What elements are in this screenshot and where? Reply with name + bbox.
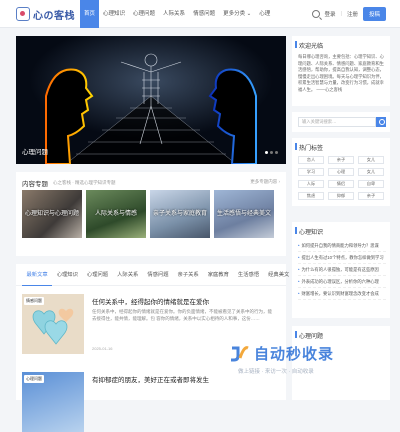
tab-latest[interactable]: 最新文章 [22,264,53,286]
tag[interactable]: 亲子 [328,156,354,164]
tag[interactable]: 女儿 [358,168,384,176]
welcome-text: 每日哪心理咨询，主要包括：心理学知识、心理问题、人际关系、情感问题、家庭教育和生… [298,54,384,92]
tab-life[interactable]: 生活感悟 [233,264,263,286]
logo-text: 心の客栈 [33,10,75,22]
article-title[interactable]: 任何关系中，经得起你的情绪就是在爱你 [92,296,209,306]
main-nav: 首页 心理知识 心理问题 人际关系 情感问题 更多分类 ⌄ 心理 [80,0,274,28]
tab-emotions[interactable]: 情感问题 [143,264,173,286]
tag[interactable]: 恋人 [298,156,324,164]
watermark: 自动秒收录 [228,342,334,364]
tag[interactable]: 情侣 [328,180,354,188]
topic-card[interactable]: 人际关系与情感 [86,190,146,238]
tag[interactable]: 自卑 [358,180,384,188]
topic-label: 生活感悟与经典美文 [216,211,271,217]
topic-label: 亲子关系与家庭教育 [152,211,207,217]
knowledge-item[interactable]: 财富增长，要认识到财富理念改变才会成 [298,288,386,300]
tag[interactable]: 人际 [298,180,324,188]
nav-more[interactable]: 更多分类 ⌄ [219,0,255,28]
article-list: 最新文章 心理知识 心理问题 人际关系 情感问题 亲子关系 家庭教育 生活感悟 … [16,264,289,432]
slider-dots [265,151,278,154]
watermark-subtext: 做上链接 · 来访一次 · 自动收录 [238,369,314,375]
tags-title: 热门标签 [299,146,324,152]
nav-relations[interactable]: 人际关系 [159,0,189,28]
topics-title: 内容专题 [22,181,48,188]
topic-label: 心理知识与心理问题 [24,211,79,217]
login-link[interactable]: 登录 [325,10,336,18]
article-badge: 情感问题 [24,297,44,305]
watermark-text: 自动秒收录 [254,345,335,363]
tag[interactable]: 女儿 [358,156,384,164]
problems-title: 心理问题 [299,334,324,340]
tag[interactable]: 焦虑 [298,192,324,200]
article-title[interactable]: 有抑郁症的朋友，美好正在或者即将发生 [92,374,209,384]
contribute-button[interactable]: 投稿 [362,7,386,21]
slider-dot[interactable] [275,151,278,154]
tab-parenting[interactable]: 亲子关系 [173,264,203,286]
article-date: 2025-01-16 [92,346,113,351]
accent-bar [295,331,297,338]
divider: | [340,11,342,17]
top-navbar: 心の客栈 首页 心理知识 心理问题 人际关系 情感问题 更多分类 ⌄ 心理 登录… [0,0,400,28]
accent-bar [295,227,297,234]
tab-relations[interactable]: 人际关系 [113,264,143,286]
tag-cloud: 恋人 亲子 女儿 学习 心理 女儿 人际 情侣 自卑 焦虑 抑郁 亲子 [298,156,386,200]
nav-psychology[interactable]: 心理 [255,0,274,28]
topic-card[interactable]: 亲子关系与家庭教育 [150,190,210,238]
slider-dot[interactable] [265,151,268,154]
knowledge-widget: 心理知识 如何提升自我的情商能力和领导力？思谋 提出人生有过10个特点，教你怎样… [292,222,390,318]
site-logo[interactable]: 心の客栈 [16,6,75,22]
watermark-logo-icon [231,346,249,362]
tag[interactable]: 心理 [328,168,354,176]
tab-family[interactable]: 家庭教育 [203,264,233,286]
topic-card[interactable]: 生活感悟与经典美文 [214,190,274,238]
tag[interactable]: 学习 [298,168,324,176]
knowledge-item[interactable]: 为什么有的人很孤独，可能是有这些原因 [298,264,386,276]
tab-essays[interactable]: 经典美文 [264,264,294,286]
tab-problems[interactable]: 心理问题 [82,264,112,286]
search-button[interactable] [376,117,386,127]
nav-emotions[interactable]: 情感问题 [189,0,219,28]
tags-widget: 热门标签 恋人 亲子 女儿 学习 心理 女儿 人际 情侣 自卑 焦虑 抑郁 亲子 [292,138,390,206]
sidebar-search: 输入关键词搜索… [292,112,390,132]
knowledge-title: 心理知识 [299,230,324,236]
search-input[interactable]: 输入关键词搜索… [298,117,376,127]
article-item[interactable]: 心理问题 有抑郁症的朋友，美好正在或者即将发生 [22,372,280,432]
search-icon[interactable] [311,10,320,18]
article-thumbnail[interactable]: 心理问题 [22,372,84,432]
topic-card[interactable]: 心理知识与心理问题 [22,190,82,238]
knowledge-item[interactable]: 外表成功的心理误区，分析你的六种心理 [298,276,386,288]
topics-header: 内容专题 心之客栈 · 精选心理学知识专题 [22,178,116,188]
slider-dot[interactable] [270,151,273,154]
knowledge-item[interactable]: 如何提升自我的情商能力和领导力？思谋 [298,240,386,252]
topics-more-link[interactable]: 更多专题内容 › [250,179,280,185]
article-badge: 心理问题 [24,375,44,383]
top-actions: 登录 | 注册 投稿 [311,0,386,28]
topics-subtitle: 心之客栈 · 精选心理学知识专题 [53,180,116,185]
knowledge-list: 如何提升自我的情商能力和领导力？思谋 提出人生有过10个特点，教你怎样做到学习 … [298,240,386,300]
accent-bar [295,41,297,48]
article-thumbnail[interactable]: 情感问题 [22,294,84,354]
topic-label: 人际关系与情感 [94,211,137,217]
hero-slider[interactable]: 心理问题 [16,36,286,164]
hero-caption[interactable]: 心理问题 [22,146,48,156]
welcome-title: 欢迎光临 [299,44,324,50]
welcome-widget: 欢迎光临 每日哪心理咨询，主要包括：心理学知识、心理问题、人际关系、情感问题、家… [292,36,390,106]
accent-bar [295,143,297,150]
nav-problems[interactable]: 心理问题 [129,0,159,28]
register-link[interactable]: 注册 [347,10,358,18]
tab-knowledge[interactable]: 心理知识 [52,264,82,286]
search-widget: 输入关键词搜索… [292,112,390,132]
nav-home[interactable]: 首页 [80,0,100,28]
nav-knowledge[interactable]: 心理知识 [99,0,129,28]
tag[interactable]: 抑郁 [328,192,354,200]
topics-section: 内容专题 心之客栈 · 精选心理学知识专题 更多专题内容 › 心理知识与心理问题… [16,172,286,256]
article-tabs: 最新文章 心理知识 心理问题 人际关系 情感问题 亲子关系 家庭教育 生活感悟 … [16,264,289,286]
hero-image [16,36,286,164]
knowledge-item[interactable]: 提出人生有过10个特点，教你怎样做到学习 [298,252,386,264]
topics-list: 心理知识与心理问题 人际关系与情感 亲子关系与家庭教育 生活感悟与经典美文 [22,190,274,238]
logo-icon [16,7,30,21]
article-excerpt: 任何关系中，经得起你的情绪就是在爱你。你的负面情绪，不能被看见了关系中的行为，能… [92,309,272,321]
tag[interactable]: 亲子 [358,192,384,200]
